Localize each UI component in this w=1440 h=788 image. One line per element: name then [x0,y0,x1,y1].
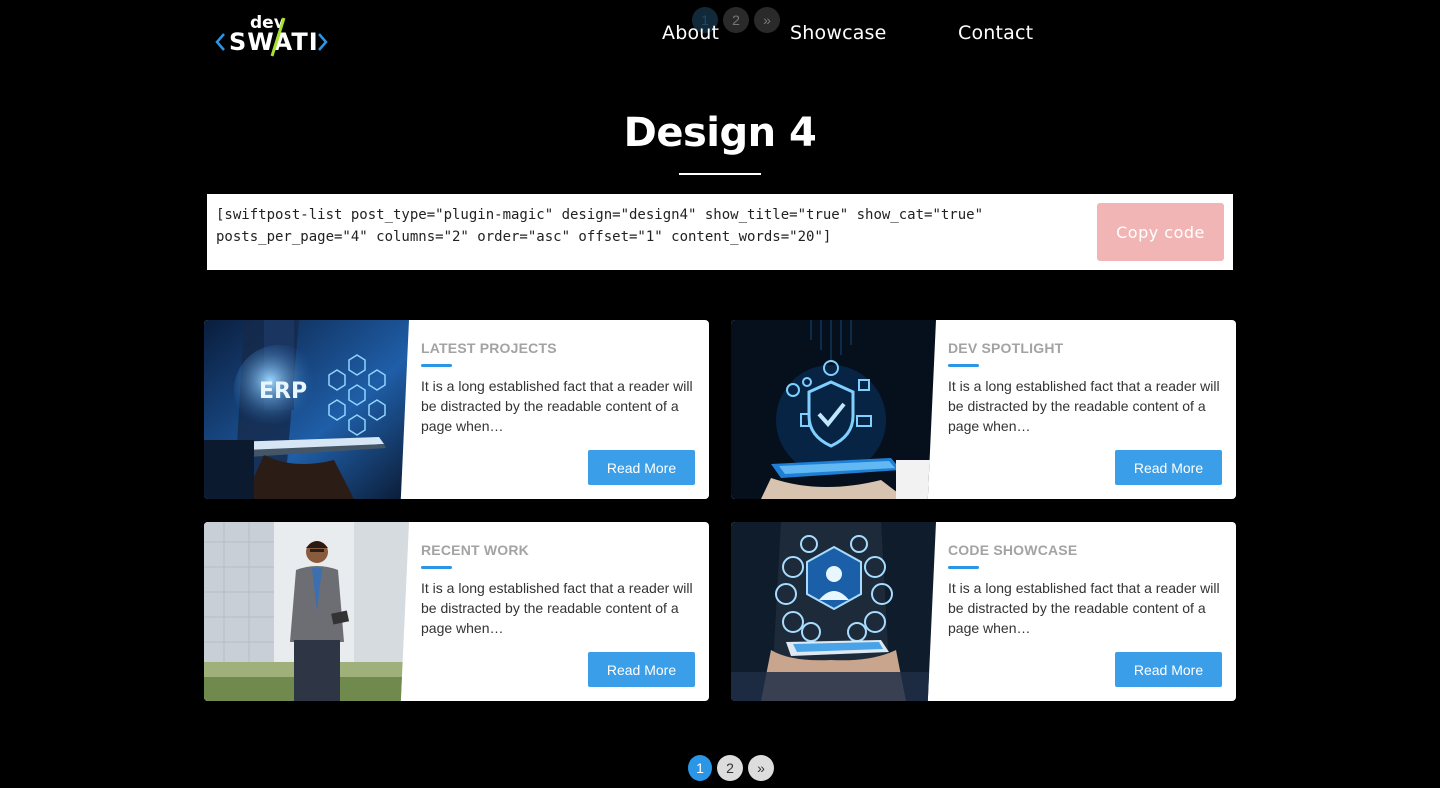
shortcode-text[interactable]: [swiftpost-list post_type="plugin-magic"… [216,204,1076,248]
post-excerpt: It is a long established fact that a rea… [948,378,1220,434]
post-card-body: LATEST PROJECTS It is a long established… [421,320,695,499]
post-card: CODE SHOWCASE It is a long established f… [731,522,1236,701]
post-excerpt: It is a long established fact that a rea… [421,580,693,636]
page-button-2[interactable]: 2 [717,755,743,781]
post-thumbnail[interactable] [731,522,936,701]
post-card-body: RECENT WORK It is a long established fac… [421,522,695,701]
nav-about[interactable]: About [662,22,719,44]
read-more-button[interactable]: Read More [1115,652,1222,687]
category-underline [421,364,452,367]
page-title: Design 4 [623,110,817,156]
post-card: RECENT WORK It is a long established fac… [204,522,709,701]
shortcode-line-1: [swiftpost-list post_type="plugin-magic"… [216,207,984,223]
post-category[interactable]: CODE SHOWCASE [948,542,1077,558]
svg-text:ERP: ERP [259,379,307,404]
title-divider [679,173,761,175]
shortcode-line-2: posts_per_page="4" columns="2" order="as… [216,229,832,245]
post-excerpt: It is a long established fact that a rea… [421,378,693,434]
category-underline [948,566,979,569]
shortcode-box: [swiftpost-list post_type="plugin-magic"… [207,194,1233,270]
read-more-button[interactable]: Read More [588,652,695,687]
copy-code-button[interactable]: Copy code [1097,203,1224,261]
erp-tablet-image: ERP [204,320,409,499]
category-underline [421,566,452,569]
post-category[interactable]: RECENT WORK [421,542,529,558]
post-thumbnail[interactable]: ERP [204,320,409,499]
next-page-button[interactable]: » [748,755,774,781]
businessman-image [204,522,409,701]
post-card: ERP LATEST PROJECTS It is a long establi… [204,320,709,499]
read-more-button[interactable]: Read More [1115,450,1222,485]
pagination: 1 2 » [688,755,774,781]
post-card-body: DEV SPOTLIGHT It is a long established f… [948,320,1222,499]
post-category[interactable]: LATEST PROJECTS [421,340,557,356]
nav-contact[interactable]: Contact [958,22,1033,44]
network-icons-image [731,522,936,701]
main-nav: About Showcase Contact [0,22,1440,50]
nav-showcase[interactable]: Showcase [790,22,887,44]
page-button-1[interactable]: 1 [688,755,712,781]
post-thumbnail[interactable] [204,522,409,701]
post-excerpt: It is a long established fact that a rea… [948,580,1220,636]
read-more-button[interactable]: Read More [588,450,695,485]
security-shield-image [731,320,936,499]
category-underline [948,364,979,367]
post-card-body: CODE SHOWCASE It is a long established f… [948,522,1222,701]
post-card: DEV SPOTLIGHT It is a long established f… [731,320,1236,499]
post-thumbnail[interactable] [731,320,936,499]
post-category[interactable]: DEV SPOTLIGHT [948,340,1063,356]
